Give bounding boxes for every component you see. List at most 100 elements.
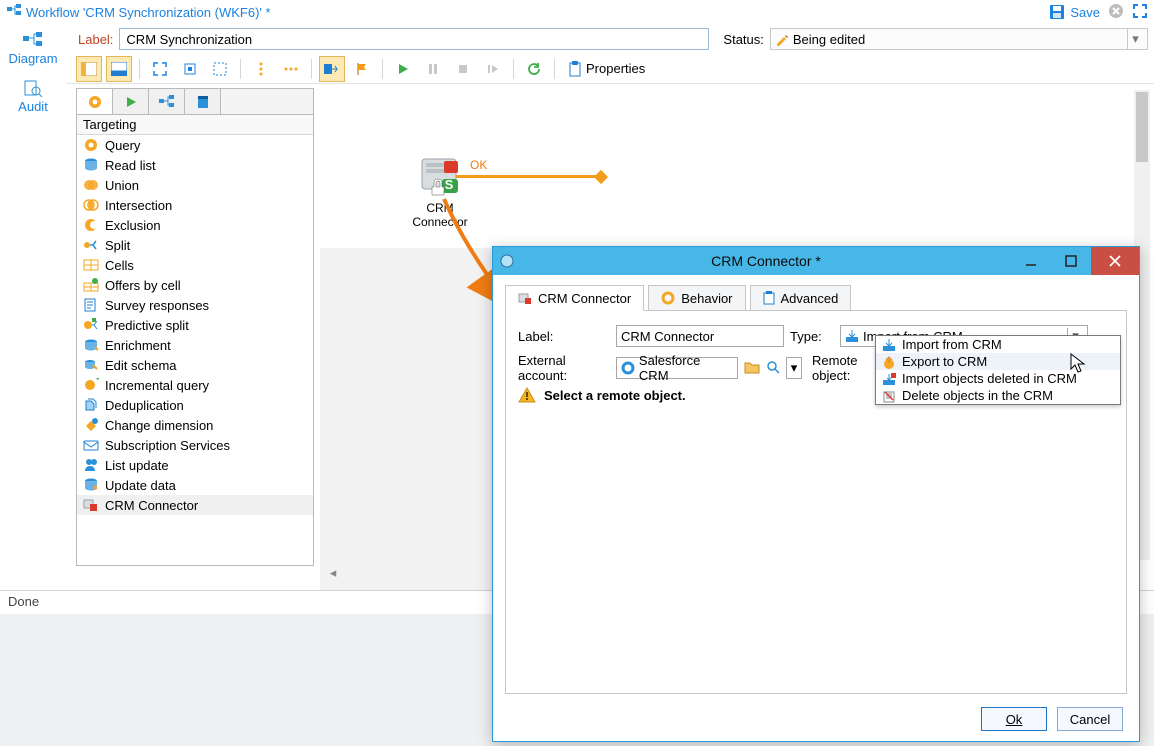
fullscreen-icon[interactable] [1132, 3, 1148, 22]
palette-item[interactable]: Subscription Services [77, 435, 313, 455]
cancel-icon[interactable] [1108, 3, 1124, 22]
workflow-label-input[interactable] [119, 28, 709, 50]
palette-item[interactable]: Split [77, 235, 313, 255]
toolbar-zoom-actual[interactable] [177, 56, 203, 82]
window-maximize[interactable] [1051, 247, 1091, 275]
toolbar-step[interactable] [480, 56, 506, 82]
ok-label: Ok [1006, 712, 1023, 727]
crm-connector-dialog: CRM Connector * CRM Connector Behavior A… [492, 246, 1140, 742]
palette-item[interactable]: Offers by cell [77, 275, 313, 295]
dropdown-option[interactable]: Export to CRM [876, 353, 1120, 370]
connector-tab-icon [518, 291, 532, 305]
chevron-down-icon[interactable]: ▾ [1127, 29, 1143, 49]
dropdown-option-label: Export to CRM [902, 354, 987, 369]
toolbar-properties[interactable]: Properties [568, 61, 645, 77]
tab-advanced[interactable]: Advanced [750, 285, 852, 311]
clipboard-icon [763, 291, 775, 305]
scroll-thumb[interactable] [1136, 92, 1148, 162]
canvas-hscroll-left[interactable]: ◂ [326, 566, 340, 580]
gear-icon [621, 361, 635, 375]
dlg-label-input[interactable] [616, 325, 784, 347]
palette-item[interactable]: Change dimension [77, 415, 313, 435]
toolbar-panel-bottom[interactable] [106, 56, 132, 82]
palette-item[interactable]: Predictive split [77, 315, 313, 335]
folder-icon[interactable] [744, 360, 760, 377]
dropdown-option[interactable]: Import from CRM [876, 336, 1120, 353]
toolbar-stop[interactable] [450, 56, 476, 82]
toolbar-zoom-region[interactable] [207, 56, 233, 82]
dlg-ext-caption: External account: [518, 353, 610, 383]
tab-behavior[interactable]: Behavior [648, 285, 745, 311]
palette-item[interactable]: CRM Connector [77, 495, 313, 515]
palette-tab-actions[interactable] [149, 89, 185, 114]
palette-item-label: Cells [105, 258, 134, 273]
palette-item[interactable]: Union [77, 175, 313, 195]
window-minimize[interactable] [1011, 247, 1051, 275]
palette-item-label: CRM Connector [105, 498, 198, 513]
dropdown-option[interactable]: Delete objects in the CRM [876, 387, 1120, 404]
save-button[interactable]: Save [1049, 4, 1100, 20]
palette-item-label: Read list [105, 158, 156, 173]
palette-item[interactable]: Exclusion [77, 215, 313, 235]
svg-text:S: S [445, 177, 454, 192]
dropdown-option[interactable]: Import objects deleted in CRM [876, 370, 1120, 387]
cancel-label: Cancel [1070, 712, 1110, 727]
palette-tab-flow[interactable] [113, 89, 149, 114]
toolbar-step-over[interactable] [319, 56, 345, 82]
page-title: Workflow 'CRM Synchronization (WKF6)' * [26, 5, 271, 20]
dlg-warning-text: Select a remote object. [544, 388, 686, 403]
toolbar-flag[interactable] [349, 56, 375, 82]
palette-item[interactable]: Update data [77, 475, 313, 495]
toolbar-align-v[interactable] [248, 56, 274, 82]
palette-item[interactable]: Cells [77, 255, 313, 275]
activity-palette: Targeting QueryRead listUnionIntersectio… [76, 88, 314, 566]
save-label: Save [1070, 5, 1100, 20]
palette-item[interactable]: +Incremental query [77, 375, 313, 395]
leftnav-diagram[interactable]: Diagram [0, 24, 66, 72]
palette-item[interactable]: Deduplication [77, 395, 313, 415]
palette-item-label: List update [105, 458, 169, 473]
palette-item[interactable]: Enrichment [77, 335, 313, 355]
canvas-edge-label: OK [470, 158, 487, 172]
toolbar-align-h[interactable] [278, 56, 304, 82]
palette-item[interactable]: List update [77, 455, 313, 475]
dlg-type-caption: Type: [790, 329, 834, 344]
window-close[interactable] [1091, 247, 1139, 275]
tab-label: CRM Connector [538, 291, 631, 306]
canvas-edge[interactable] [456, 175, 596, 178]
dropdown-option-label: Delete objects in the CRM [902, 388, 1053, 403]
toolbar-properties-label: Properties [586, 61, 645, 76]
palette-item[interactable]: Read list [77, 155, 313, 175]
svg-text:+: + [96, 377, 99, 386]
palette-tab-events[interactable] [185, 89, 221, 114]
leftnav-audit-label: Audit [18, 99, 48, 114]
dropdown-option-label: Import objects deleted in CRM [902, 371, 1077, 386]
ext-dropdown[interactable]: ▾ [786, 357, 802, 379]
palette-item-label: Intersection [105, 198, 172, 213]
palette-item[interactable]: Survey responses [77, 295, 313, 315]
palette-item-label: Query [105, 138, 140, 153]
toolbar-panel-left[interactable] [76, 56, 102, 82]
dlg-label-caption: Label: [518, 329, 610, 344]
palette-item-label: Split [105, 238, 130, 253]
toolbar-play[interactable] [390, 56, 416, 82]
dlg-ext-select[interactable]: Salesforce CRM [616, 357, 738, 379]
search-icon[interactable] [766, 360, 780, 377]
leftnav-audit[interactable]: Audit [0, 72, 66, 120]
ok-button[interactable]: Ok [981, 707, 1047, 731]
workflow-icon [6, 3, 22, 22]
toolbar-refresh[interactable] [521, 56, 547, 82]
palette-item[interactable]: Edit schema [77, 355, 313, 375]
toolbar-pause[interactable] [420, 56, 446, 82]
palette-item[interactable]: Intersection [77, 195, 313, 215]
cancel-button[interactable]: Cancel [1057, 707, 1123, 731]
palette-item-label: Enrichment [105, 338, 171, 353]
tab-crm-connector[interactable]: CRM Connector [505, 285, 644, 311]
pencil-icon [775, 32, 789, 46]
palette-tab-targeting[interactable] [77, 89, 113, 114]
status-select[interactable]: Being edited ▾ [770, 28, 1148, 50]
palette-item[interactable]: Query [77, 135, 313, 155]
toolbar-fit[interactable] [147, 56, 173, 82]
gear-icon [661, 291, 675, 305]
palette-item-label: Exclusion [105, 218, 161, 233]
